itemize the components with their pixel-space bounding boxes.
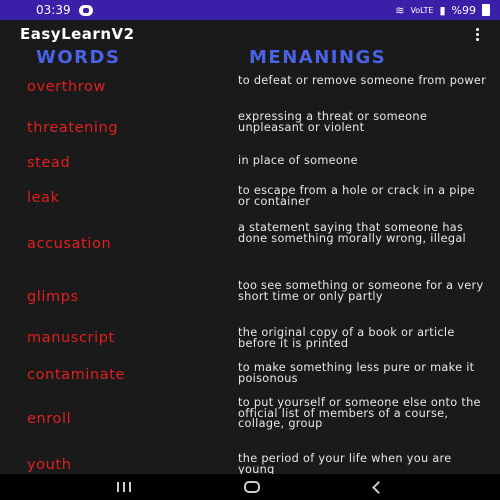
meaning-text: to defeat or remove someone from power <box>238 74 487 87</box>
word-text: stead <box>27 155 71 171</box>
word-text: enroll <box>27 411 72 427</box>
wifi-icon: ≋ <box>395 3 405 17</box>
meaning-text: to put yourself or someone else onto the… <box>238 396 481 430</box>
app-title: EasyLearnV2 <box>20 25 135 43</box>
meaning-text: expressing a threat or someone unpleasan… <box>238 110 428 134</box>
word-text: youth <box>27 457 72 473</box>
word-text: glimps <box>27 289 79 305</box>
meaning-text: in place of someone <box>238 154 358 167</box>
meaning-text: to make something less pure or make it p… <box>238 361 475 385</box>
status-bar: 03:39 ≋ VoLTE ▮ %99 <box>0 0 500 20</box>
word-text: leak <box>27 190 60 206</box>
back-icon[interactable] <box>372 480 386 494</box>
meaning-text: a statement saying that someone has done… <box>238 221 466 245</box>
app-bar: EasyLearnV2 <box>0 20 500 48</box>
notification-icon <box>78 4 93 16</box>
meaning-text: the original copy of a book or article b… <box>238 326 455 350</box>
meaning-text: to escape from a hole or crack in a pipe… <box>238 184 475 208</box>
battery-icon <box>482 4 490 16</box>
word-text: accusation <box>27 236 112 252</box>
status-time: 03:39 <box>36 3 71 17</box>
word-list[interactable]: WORDS MENANINGS overthrow to defeat or re… <box>0 48 500 474</box>
meanings-header: MENANINGS <box>249 48 387 68</box>
overflow-menu-icon[interactable] <box>476 27 480 41</box>
recents-icon[interactable] <box>116 482 131 492</box>
column-headers: WORDS MENANINGS <box>0 48 500 68</box>
word-text: threatening <box>27 120 119 136</box>
word-text: manuscript <box>27 330 115 346</box>
battery-percent: %99 <box>451 3 476 17</box>
signal-icon: ▮ <box>439 3 446 17</box>
meaning-text: too see something or someone for a very … <box>238 279 484 303</box>
network-type: VoLTE <box>410 5 434 15</box>
word-text: overthrow <box>27 79 106 95</box>
word-text: contaminate <box>27 367 126 383</box>
home-icon[interactable] <box>244 481 261 493</box>
meaning-text: the period of your life when you are you… <box>238 452 452 474</box>
navigation-bar <box>0 474 500 500</box>
words-header: WORDS <box>36 48 121 68</box>
